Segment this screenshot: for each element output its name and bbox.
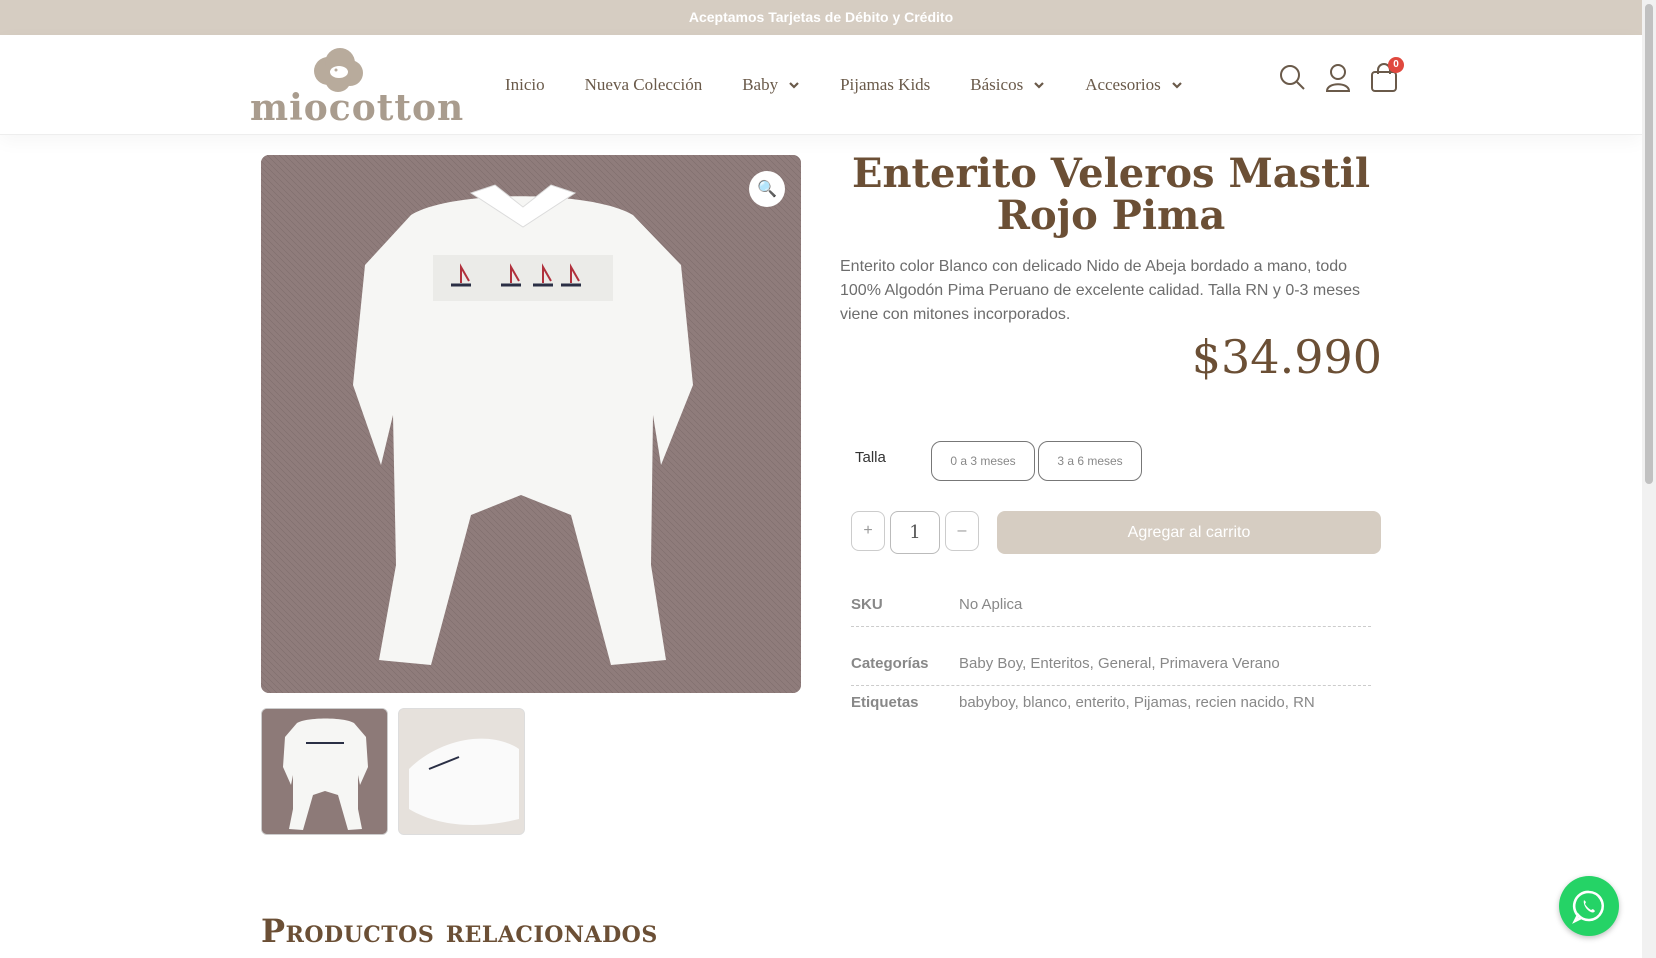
nav-item-basicos[interactable]: Básicos (970, 75, 1045, 95)
size-label: Talla (855, 449, 886, 466)
announcement-bar: Aceptamos Tarjetas de Débito y Crédito (0, 0, 1642, 35)
nav-item-baby[interactable]: Baby (742, 75, 800, 95)
related-products-heading: Productos relacionados (261, 912, 658, 950)
product-thumbnail-2[interactable] (398, 708, 525, 835)
page-scrollbar[interactable] (1642, 0, 1656, 958)
meta-sku-row: SKU No Aplica (851, 596, 1371, 627)
nav-item-nueva-coleccion[interactable]: Nueva Colección (585, 75, 703, 95)
nav-label: Baby (742, 75, 779, 94)
cart-count-badge: 0 (1388, 57, 1404, 73)
product-main-image[interactable] (261, 155, 801, 693)
chevron-down-icon (1171, 82, 1182, 89)
zoom-icon: 🔍 (757, 181, 777, 198)
categories-label: Categorías (851, 655, 929, 672)
meta-tags-row: Etiquetas babyboy, blanco, enterito, Pij… (851, 694, 1371, 725)
onesie-image (261, 155, 801, 693)
main-nav: Inicio Nueva Colección Baby Pijamas Kids… (505, 35, 1223, 135)
logo[interactable]: miocotton (250, 47, 463, 129)
sku-value: No Aplica (959, 596, 1023, 613)
whatsapp-button[interactable] (1559, 876, 1619, 936)
size-option-0-3[interactable]: 0 a 3 meses (931, 441, 1035, 481)
whatsapp-icon (1572, 890, 1605, 924)
search-icon[interactable] (1278, 63, 1306, 93)
size-option-3-6[interactable]: 3 a 6 meses (1038, 441, 1142, 481)
user-icon[interactable] (1324, 63, 1352, 93)
add-to-cart-button[interactable]: Agregar al carrito (997, 511, 1381, 554)
logo-text: miocotton (250, 87, 465, 129)
meta-categories-row: Categorías Baby Boy, Enteritos, General,… (851, 655, 1371, 686)
thumbnail-image (399, 709, 524, 834)
tags-label: Etiquetas (851, 694, 919, 711)
product-thumbnail-1[interactable] (261, 708, 388, 835)
sku-label: SKU (851, 596, 883, 613)
tags-links[interactable]: babyboy, blanco, enterito, Pijamas, reci… (959, 694, 1315, 725)
cart-button[interactable]: 0 (1370, 57, 1404, 93)
chevron-down-icon (1034, 82, 1044, 89)
header-icons: 0 (1278, 57, 1404, 93)
product-price: $34.990 (1191, 330, 1382, 384)
chevron-down-icon (789, 82, 799, 89)
thumbnail-image (262, 709, 387, 834)
quantity-decrease-button[interactable]: – (945, 511, 979, 551)
product-description: Enterito color Blanco con delicado Nido … (840, 258, 1361, 323)
categories-links[interactable]: Baby Boy, Enteritos, General, Primavera … (959, 655, 1280, 685)
product-title: Enterito Veleros Mastil Rojo Pima (851, 150, 1371, 239)
nav-label: Nueva Colección (584, 75, 703, 94)
nav-item-inicio[interactable]: Inicio (505, 75, 545, 95)
nav-item-accesorios[interactable]: Accesorios (1085, 75, 1183, 95)
scrollbar-thumb[interactable] (1645, 4, 1653, 484)
quantity-increase-button[interactable]: + (851, 511, 885, 551)
nav-item-pijamas-kids[interactable]: Pijamas Kids (840, 75, 930, 95)
nav-label: Básicos (970, 75, 1024, 94)
nav-label: Pijamas Kids (840, 75, 931, 94)
quantity-input[interactable]: 1 (890, 511, 940, 554)
nav-label: Accesorios (1085, 75, 1161, 94)
nav-label: Inicio (505, 75, 545, 94)
zoom-button[interactable]: 🔍 (749, 171, 785, 207)
site-header: miocotton Inicio Nueva Colección Baby Pi… (0, 35, 1642, 135)
